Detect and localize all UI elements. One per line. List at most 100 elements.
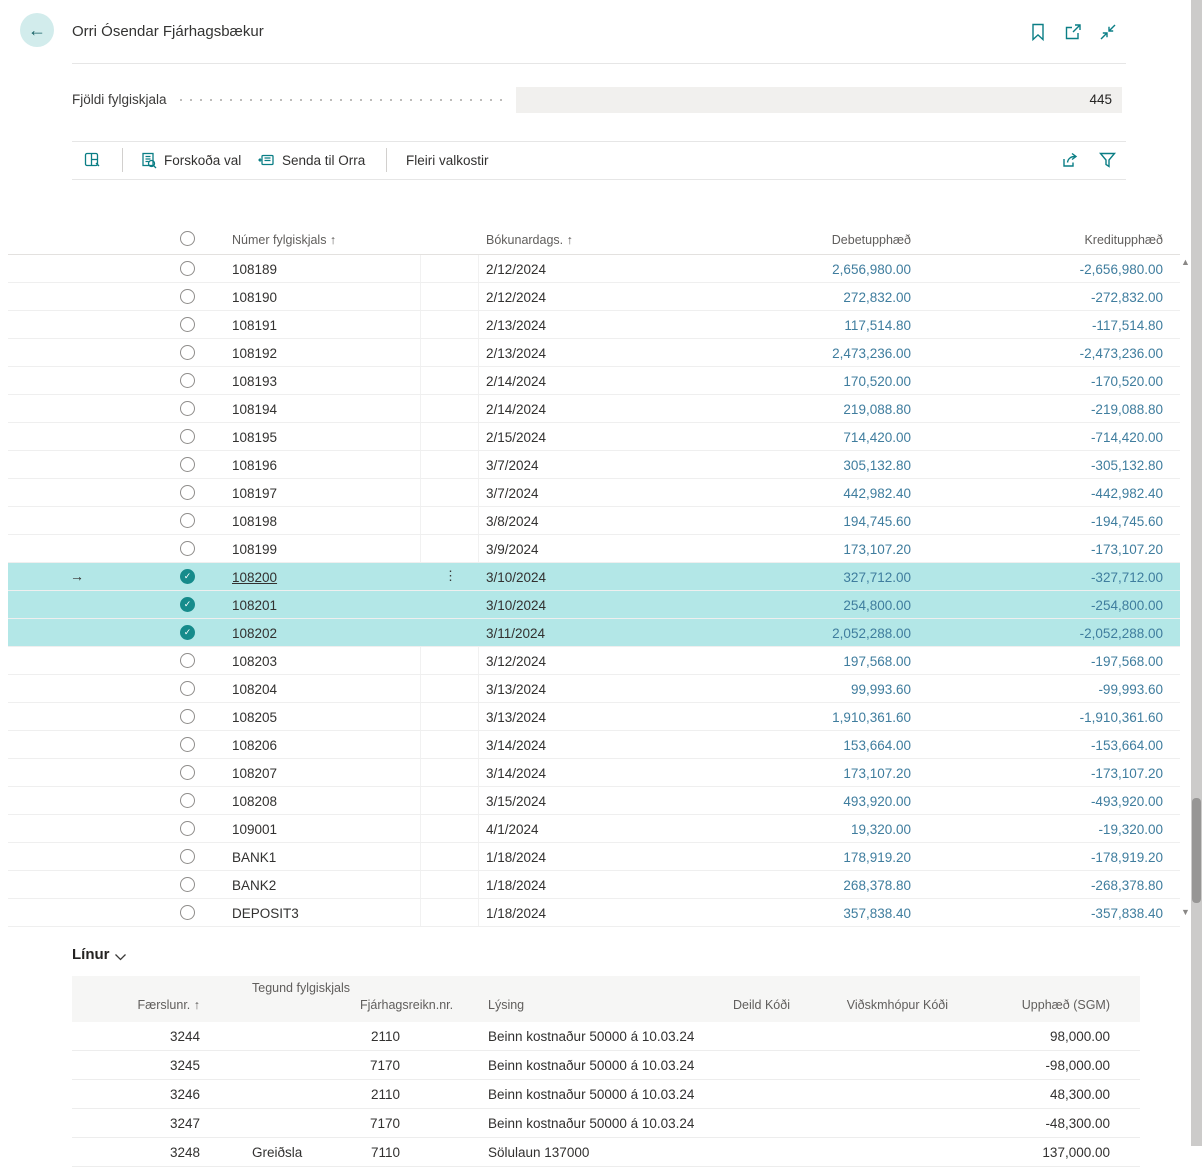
- table-row[interactable]: 1082043/13/202499,993.60-99,993.60: [0, 675, 1202, 703]
- credit-amount-link[interactable]: -2,473,236.00: [963, 345, 1163, 362]
- grid-column-header-credit[interactable]: Kreditupphæð: [963, 233, 1163, 247]
- debit-amount-link[interactable]: 327,712.00: [711, 569, 911, 586]
- credit-amount-link[interactable]: -327,712.00: [963, 569, 1163, 586]
- credit-amount-link[interactable]: -178,919.20: [963, 849, 1163, 866]
- table-row[interactable]: 1081983/8/2024194,745.60-194,745.60: [0, 507, 1202, 535]
- row-checkbox[interactable]: [180, 877, 195, 892]
- document-number-link[interactable]: 108205: [232, 709, 422, 726]
- document-number-link[interactable]: 108194: [232, 401, 422, 418]
- document-number-link[interactable]: 108204: [232, 681, 422, 698]
- credit-amount-link[interactable]: -442,982.40: [963, 485, 1163, 502]
- credit-amount-link[interactable]: -19,320.00: [963, 821, 1163, 838]
- select-all-radio[interactable]: [180, 231, 195, 246]
- document-number-link[interactable]: 108202: [232, 625, 422, 642]
- debit-amount-link[interactable]: 170,520.00: [711, 373, 911, 390]
- row-checkbox[interactable]: [180, 457, 195, 472]
- debit-amount-link[interactable]: 194,745.60: [711, 513, 911, 530]
- row-checkbox[interactable]: [180, 653, 195, 668]
- lines-column-header-type[interactable]: Tegund fylgiskjals: [252, 979, 372, 997]
- credit-amount-link[interactable]: -99,993.60: [963, 681, 1163, 698]
- credit-amount-link[interactable]: -305,132.80: [963, 457, 1163, 474]
- credit-amount-link[interactable]: -2,052,288.00: [963, 625, 1163, 642]
- debit-amount-link[interactable]: 357,838.40: [711, 905, 911, 922]
- table-row[interactable]: 1081912/13/2024117,514.80-117,514.80: [0, 311, 1202, 339]
- debit-amount-link[interactable]: 173,107.20: [711, 765, 911, 782]
- debit-amount-link[interactable]: 173,107.20: [711, 541, 911, 558]
- grid-scroll-up-button[interactable]: ▲: [1181, 257, 1190, 267]
- lines-table-row[interactable]: 32462110Beinn kostnaður 50000 á 10.03.24…: [72, 1080, 1140, 1109]
- grid-column-header-num[interactable]: Númer fylgiskjals ↑: [232, 233, 422, 247]
- lines-table-row[interactable]: 32457170Beinn kostnaður 50000 á 10.03.24…: [72, 1051, 1140, 1080]
- lines-table-row[interactable]: 32477170Beinn kostnaður 50000 á 10.03.24…: [72, 1109, 1140, 1138]
- table-row[interactable]: 1081922/13/20242,473,236.00-2,473,236.00: [0, 339, 1202, 367]
- row-checkbox[interactable]: [180, 765, 195, 780]
- debit-amount-link[interactable]: 99,993.60: [711, 681, 911, 698]
- table-row[interactable]: 1081993/9/2024173,107.20-173,107.20: [0, 535, 1202, 563]
- credit-amount-link[interactable]: -117,514.80: [963, 317, 1163, 334]
- debit-amount-link[interactable]: 714,420.00: [711, 429, 911, 446]
- credit-amount-link[interactable]: -357,838.40: [963, 905, 1163, 922]
- row-checkbox[interactable]: [180, 793, 195, 808]
- bookmark-icon[interactable]: [1028, 22, 1048, 42]
- credit-amount-link[interactable]: -173,107.20: [963, 765, 1163, 782]
- table-row[interactable]: BANK21/18/2024268,378.80-268,378.80: [0, 871, 1202, 899]
- table-row[interactable]: →✓108200⋮3/10/2024327,712.00-327,712.00: [0, 563, 1202, 591]
- document-count-field[interactable]: 445: [516, 87, 1122, 113]
- document-number-link[interactable]: 108195: [232, 429, 422, 446]
- lines-column-header-vat_group[interactable]: Viðskmhópur Kóði: [798, 996, 948, 1014]
- row-checkbox[interactable]: [180, 401, 195, 416]
- credit-amount-link[interactable]: -254,800.00: [963, 597, 1163, 614]
- filter-button[interactable]: [1097, 150, 1118, 170]
- preview-selection-button[interactable]: Forskoða val: [140, 146, 241, 174]
- row-checkbox[interactable]: [180, 849, 195, 864]
- document-number-link[interactable]: 108190: [232, 289, 422, 306]
- document-number-link[interactable]: 108208: [232, 793, 422, 810]
- document-number-link[interactable]: DEPOSIT3: [232, 905, 422, 922]
- table-row[interactable]: 1090014/1/202419,320.00-19,320.00: [0, 815, 1202, 843]
- debit-amount-link[interactable]: 493,920.00: [711, 793, 911, 810]
- back-button[interactable]: ←: [20, 13, 54, 47]
- document-number-link[interactable]: 108189: [232, 261, 422, 278]
- page-scrollbar-thumb[interactable]: [1192, 798, 1201, 903]
- row-checkbox-checked[interactable]: ✓: [180, 597, 195, 612]
- row-menu-icon[interactable]: ⋮: [444, 568, 457, 584]
- table-row[interactable]: 1081892/12/20242,656,980.00-2,656,980.00: [0, 255, 1202, 283]
- credit-amount-link[interactable]: -194,745.60: [963, 513, 1163, 530]
- credit-amount-link[interactable]: -170,520.00: [963, 373, 1163, 390]
- lines-column-header-no[interactable]: Færslunr. ↑: [80, 996, 200, 1014]
- page-scrollbar-track[interactable]: [1191, 0, 1202, 1146]
- debit-amount-link[interactable]: 442,982.40: [711, 485, 911, 502]
- lines-column-header-amount[interactable]: Upphæð (SGM): [960, 996, 1110, 1014]
- document-number-link[interactable]: 109001: [232, 821, 422, 838]
- credit-amount-link[interactable]: -153,664.00: [963, 737, 1163, 754]
- debit-amount-link[interactable]: 254,800.00: [711, 597, 911, 614]
- document-number-link[interactable]: 108201: [232, 597, 422, 614]
- row-checkbox[interactable]: [180, 821, 195, 836]
- share-button[interactable]: [1061, 150, 1082, 170]
- row-checkbox-checked[interactable]: ✓: [180, 625, 195, 640]
- table-row[interactable]: 1081952/15/2024714,420.00-714,420.00: [0, 423, 1202, 451]
- credit-amount-link[interactable]: -714,420.00: [963, 429, 1163, 446]
- debit-amount-link[interactable]: 178,919.20: [711, 849, 911, 866]
- lines-column-header-desc[interactable]: Lýsing: [488, 996, 688, 1014]
- table-row[interactable]: DEPOSIT31/18/2024357,838.40-357,838.40: [0, 899, 1202, 927]
- debit-amount-link[interactable]: 219,088.80: [711, 401, 911, 418]
- more-options-button[interactable]: Fleiri valkostir: [406, 146, 489, 174]
- table-row[interactable]: ✓1082023/11/20242,052,288.00-2,052,288.0…: [0, 619, 1202, 647]
- table-row[interactable]: 1081932/14/2024170,520.00-170,520.00: [0, 367, 1202, 395]
- credit-amount-link[interactable]: -197,568.00: [963, 653, 1163, 670]
- grid-column-header-date[interactable]: Bókunardags. ↑: [486, 233, 636, 247]
- row-checkbox[interactable]: [180, 429, 195, 444]
- grid-column-header-debit[interactable]: Debetupphæð: [711, 233, 911, 247]
- document-number-link[interactable]: BANK1: [232, 849, 422, 866]
- send-to-orri-button[interactable]: Senda til Orra: [258, 146, 365, 174]
- row-checkbox[interactable]: [180, 373, 195, 388]
- debit-amount-link[interactable]: 19,320.00: [711, 821, 911, 838]
- table-row[interactable]: 1082033/12/2024197,568.00-197,568.00: [0, 647, 1202, 675]
- row-checkbox[interactable]: [180, 345, 195, 360]
- credit-amount-link[interactable]: -2,656,980.00: [963, 261, 1163, 278]
- debit-amount-link[interactable]: 117,514.80: [711, 317, 911, 334]
- document-number-link[interactable]: 108191: [232, 317, 422, 334]
- credit-amount-link[interactable]: -173,107.20: [963, 541, 1163, 558]
- debit-amount-link[interactable]: 272,832.00: [711, 289, 911, 306]
